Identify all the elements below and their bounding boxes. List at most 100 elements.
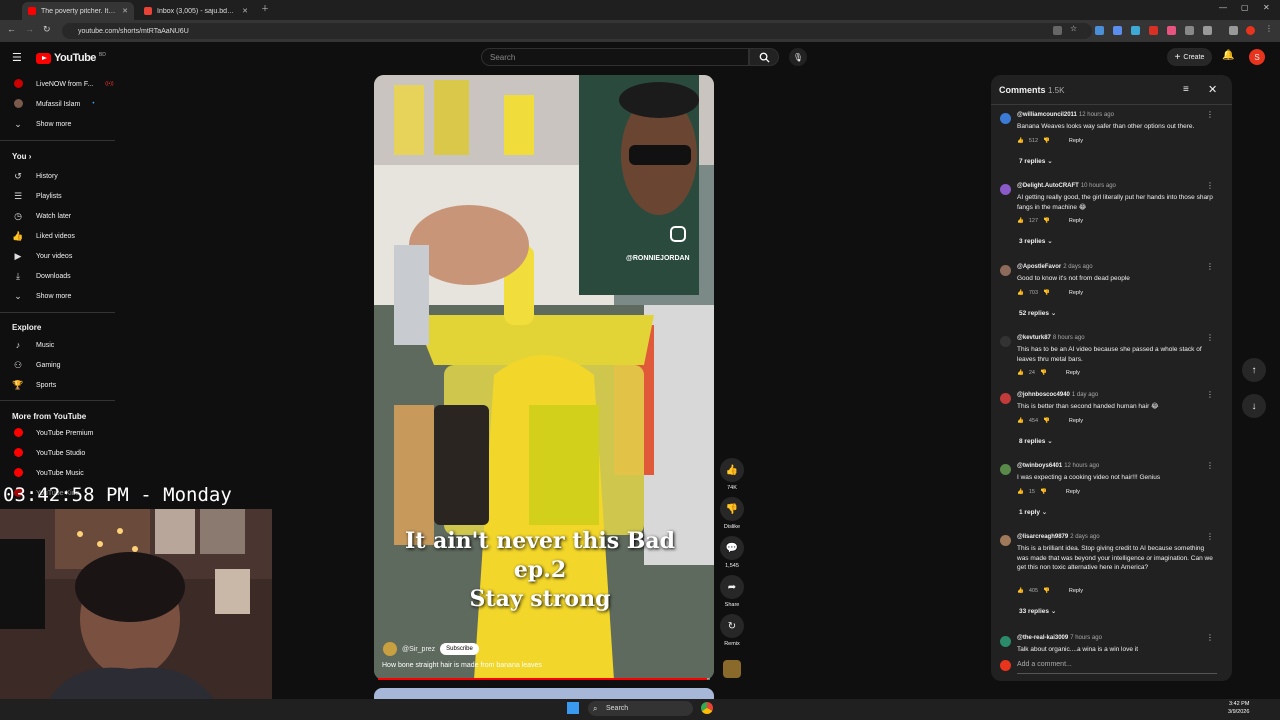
new-tab-icon[interactable]: ＋ <box>261 3 269 14</box>
comment-username[interactable]: @Delight.AutoCRAFT <box>1017 183 1079 189</box>
back-icon[interactable]: ← <box>7 24 16 34</box>
next-short-button[interactable]: ↓ <box>1242 394 1266 418</box>
thumbs-up-icon[interactable]: 👍 <box>1017 588 1024 594</box>
comment-author[interactable]: @the-real-kai3009 7 hours ago <box>1017 635 1102 641</box>
thumbs-down-icon[interactable]: 👎 <box>1040 370 1047 376</box>
sidebar-item-show-more[interactable]: ⌄ Show more <box>12 289 71 303</box>
comment-username[interactable]: @williamcouncil2011 <box>1017 112 1077 118</box>
extension-icon[interactable] <box>1131 26 1140 35</box>
account-avatar[interactable]: S <box>1249 49 1265 65</box>
reply-button[interactable]: Reply <box>1069 290 1083 296</box>
commenter-avatar[interactable] <box>1000 636 1011 647</box>
view-replies-button[interactable]: 33 replies ⌄ <box>1019 607 1056 615</box>
browser-tab-gmail[interactable]: Inbox (3,005) - saju.bd113@gm ✕ <box>138 2 254 20</box>
close-tab-icon[interactable]: ✕ <box>122 7 128 15</box>
youtube-logo[interactable]: YouTube BD <box>36 52 106 64</box>
sidebar-item-playlists[interactable]: ☰ Playlists <box>12 189 62 203</box>
sidebar-item-your-videos[interactable]: ▶ Your videos <box>12 249 73 263</box>
close-comments-icon[interactable]: ✕ <box>1208 83 1217 96</box>
install-app-icon[interactable] <box>1053 26 1062 35</box>
windows-start-icon[interactable] <box>567 702 579 714</box>
view-replies-button[interactable]: 52 replies ⌄ <box>1019 309 1056 317</box>
sidebar-item-premium[interactable]: YouTube Premium <box>12 426 93 440</box>
comment-more-icon[interactable]: ⋮ <box>1206 633 1214 642</box>
thumbs-down-icon[interactable]: 👎 <box>1043 290 1050 296</box>
sidebar-you-heading[interactable]: You › <box>12 152 31 161</box>
commenter-avatar[interactable] <box>1000 113 1011 124</box>
search-button[interactable] <box>749 48 779 66</box>
extension-icon[interactable] <box>1095 26 1104 35</box>
sidebar-subscription-livenow[interactable]: LiveNOW from F... ((•)) <box>12 77 114 91</box>
comment-more-icon[interactable]: ⋮ <box>1206 333 1214 342</box>
comment-more-icon[interactable]: ⋮ <box>1206 532 1214 541</box>
add-comment-input[interactable]: Add a comment... <box>1017 661 1072 668</box>
thumbs-down-icon[interactable]: 👎 <box>1043 218 1050 224</box>
sidebar-item-sports[interactable]: 🏆 Sports <box>12 378 56 392</box>
minimize-icon[interactable]: — <box>1219 3 1227 12</box>
bookmark-star-icon[interactable]: ☆ <box>1070 24 1079 33</box>
menu-kebab-icon[interactable]: ⋮ <box>1265 24 1274 33</box>
reload-icon[interactable]: ↻ <box>43 24 51 35</box>
thumbs-down-icon[interactable]: 👎 <box>1043 418 1050 424</box>
thumbs-up-icon[interactable]: 👍 <box>1017 489 1024 495</box>
close-window-icon[interactable]: ✕ <box>1263 3 1270 12</box>
thumbs-up-icon[interactable]: 👍 <box>1017 370 1024 376</box>
commenter-avatar[interactable] <box>1000 184 1011 195</box>
subscribe-button[interactable]: Subscribe <box>440 643 479 655</box>
view-replies-button[interactable]: 1 reply ⌄ <box>1019 508 1047 516</box>
commenter-avatar[interactable] <box>1000 464 1011 475</box>
comment-author[interactable]: @twinboys6401 12 hours ago <box>1017 463 1099 469</box>
dislike-button[interactable]: 👎 Dislike <box>720 497 744 530</box>
comment-author[interactable]: @kevturk87 8 hours ago <box>1017 335 1085 341</box>
comment-username[interactable]: @twinboys6401 <box>1017 463 1062 469</box>
comment-more-icon[interactable]: ⋮ <box>1206 181 1214 190</box>
reply-button[interactable]: Reply <box>1069 588 1083 594</box>
notifications-bell-icon[interactable]: 🔔 <box>1222 50 1234 61</box>
comment-author[interactable]: @williamcouncil2011 12 hours ago <box>1017 112 1114 118</box>
extension-icon[interactable] <box>1113 26 1122 35</box>
maximize-icon[interactable]: ▢ <box>1241 3 1249 12</box>
commenter-avatar[interactable] <box>1000 265 1011 276</box>
extensions-puzzle-icon[interactable] <box>1203 26 1212 35</box>
thumbs-up-icon[interactable]: 👍 <box>1017 218 1024 224</box>
thumbs-up-icon[interactable]: 👍 <box>1017 290 1024 296</box>
create-button[interactable]: + Create <box>1167 48 1212 66</box>
extension-icon[interactable] <box>1167 26 1176 35</box>
view-replies-button[interactable]: 8 replies ⌄ <box>1019 437 1053 445</box>
downloads-icon[interactable] <box>1229 26 1238 35</box>
previous-short-button[interactable]: ↑ <box>1242 358 1266 382</box>
thumbs-down-icon[interactable]: 👎 <box>1043 588 1050 594</box>
comment-username[interactable]: @kevturk87 <box>1017 335 1051 341</box>
video-progress-bar[interactable] <box>378 678 710 680</box>
thumbs-up-icon[interactable]: 👍 <box>1017 418 1024 424</box>
search-input[interactable]: Search <box>481 48 749 66</box>
thumbs-up-icon[interactable]: 👍 <box>1017 138 1024 144</box>
voice-search-button[interactable]: 🎙 <box>789 48 807 66</box>
comment-author[interactable]: @ApostleFavor 2 days ago <box>1017 264 1093 270</box>
comment-username[interactable]: @johnboscoc4940 <box>1017 392 1070 398</box>
like-button[interactable]: 👍 74K <box>720 458 744 491</box>
video-description[interactable]: How bone straight hair is made from bana… <box>382 662 542 669</box>
browser-tab-youtube[interactable]: The poverty pitcher. It ain't ✕ <box>22 2 134 20</box>
sidebar-item-studio[interactable]: YouTube Studio <box>12 446 85 460</box>
profile-icon[interactable] <box>1246 26 1255 35</box>
url-field[interactable]: youtube.com/shorts/mtRTaAaNU6U <box>62 23 1092 39</box>
comment-username[interactable]: @ApostleFavor <box>1017 264 1061 270</box>
reply-button[interactable]: Reply <box>1069 418 1083 424</box>
sidebar-item-music[interactable]: ♪ Music <box>12 338 55 352</box>
sidebar-item-watch-later[interactable]: ◷ Watch later <box>12 209 71 223</box>
reply-button[interactable]: Reply <box>1069 138 1083 144</box>
sidebar-show-more-subscriptions[interactable]: ⌄ Show more <box>12 117 71 131</box>
sidebar-subscription-mufassil[interactable]: Mufassil Islam • <box>12 97 94 111</box>
sidebar-item-music-app[interactable]: YouTube Music <box>12 466 84 480</box>
reply-button[interactable]: Reply <box>1069 218 1083 224</box>
sidebar-item-liked-videos[interactable]: 👍 Liked videos <box>12 229 75 243</box>
sort-comments-icon[interactable]: ≡ <box>1183 84 1189 95</box>
extension-icon[interactable] <box>1149 26 1158 35</box>
comment-author[interactable]: @Delight.AutoCRAFT 10 hours ago <box>1017 183 1116 189</box>
remix-button[interactable]: ↻ Remix <box>720 614 744 647</box>
taskbar-search[interactable]: ⌕ Search <box>588 701 693 716</box>
audio-thumbnail[interactable] <box>723 660 741 678</box>
commenter-avatar[interactable] <box>1000 535 1011 546</box>
view-replies-button[interactable]: 3 replies ⌄ <box>1019 237 1053 245</box>
